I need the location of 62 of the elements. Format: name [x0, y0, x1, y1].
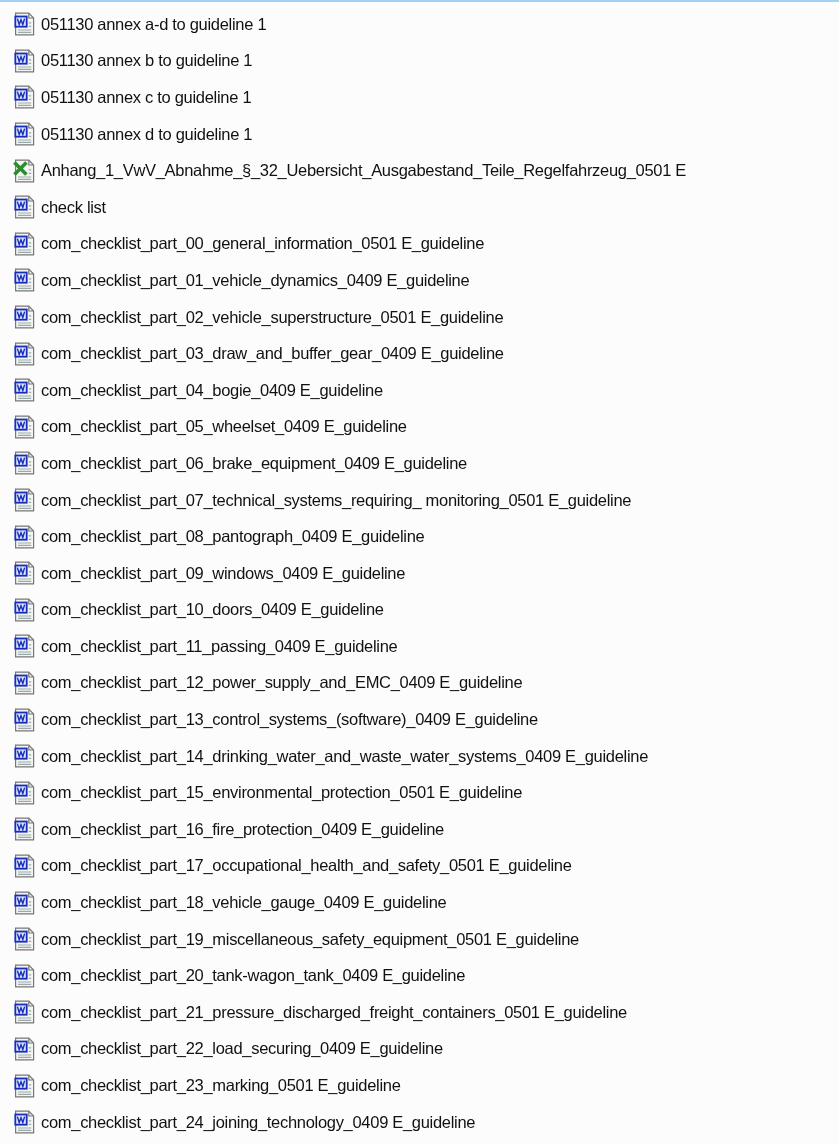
word-document-icon: [12, 597, 36, 622]
word-document-icon: [12, 890, 36, 915]
file-name[interactable]: com_checklist_part_08_pantograph_0409 E_guideline: [41, 527, 425, 547]
file-name[interactable]: com_checklist_part_07_technical_systems_requiring_ monitoring_0501 E_guideline: [41, 490, 632, 510]
file-name[interactable]: com_checklist_part_15_environmental_protection_0501 E_guideline: [41, 783, 522, 803]
word-document-icon: [12, 12, 36, 37]
word-document-icon: [12, 561, 36, 586]
word-document-icon: [12, 817, 36, 842]
file-name[interactable]: com_checklist_part_01_vehicle_dynamics_0409 E_guideline: [41, 270, 470, 290]
word-document-icon: [12, 927, 36, 952]
word-document-icon: [12, 231, 36, 256]
file-name[interactable]: com_checklist_part_18_vehicle_gauge_0409 E_guideline: [41, 893, 447, 913]
file-name[interactable]: com_checklist_part_13_control_systems_(software)_0409 E_guideline: [41, 710, 538, 730]
file-name[interactable]: com_checklist_part_03_draw_and_buffer_gear_0409 E_guideline: [41, 344, 504, 364]
file-name[interactable]: com_checklist_part_22_load_securing_0409 E_guideline: [41, 1039, 443, 1059]
file-name[interactable]: Anhang_1_VwV_Abnahme_§_32_Uebersicht_Ausgabestand_Teile_Regelfahrzeug_0501 E: [41, 161, 687, 181]
word-document-icon: [12, 341, 36, 366]
file-name[interactable]: com_checklist_part_19_miscellaneous_safety_equipment_0501 E_guideline: [41, 929, 579, 949]
file-name[interactable]: com_checklist_part_06_brake_equipment_0409 E_guideline: [41, 453, 467, 473]
file-name[interactable]: com_checklist_part_23_marking_0501 E_guideline: [41, 1076, 401, 1095]
word-document-icon: [12, 524, 36, 549]
word-document-icon: [12, 195, 36, 220]
file-name[interactable]: com_checklist_part_09_windows_0409 E_guideline: [41, 563, 406, 583]
word-document-icon: [12, 122, 36, 147]
word-document-icon: [12, 634, 36, 659]
word-document-icon: [12, 1073, 36, 1098]
word-document-icon: [12, 780, 36, 805]
word-document-icon: [12, 963, 36, 988]
word-document-icon: [12, 1110, 36, 1135]
word-document-icon: [12, 707, 36, 732]
word-document-icon: [12, 671, 36, 695]
word-document-icon: [12, 744, 36, 769]
file-name[interactable]: 051130 annex b to guideline 1: [41, 51, 253, 71]
file-name[interactable]: com_checklist_part_02_vehicle_superstructure_0501 E_guideline: [41, 307, 504, 327]
file-name[interactable]: com_checklist_part_04_bogie_0409 E_guideline: [41, 380, 383, 400]
spreadsheet-icon: [12, 158, 36, 183]
file-name[interactable]: 051130 annex c to guideline 1: [41, 88, 252, 107]
file-name[interactable]: 051130 annex a-d to guideline 1: [41, 14, 267, 34]
file-name[interactable]: com_checklist_part_14_drinking_water_and_waste_water_systems_0409 E_guideline: [41, 746, 649, 766]
word-document-icon: [12, 85, 36, 110]
word-document-icon: [12, 488, 36, 512]
word-document-icon: [12, 1000, 36, 1025]
file-name[interactable]: com_checklist_part_00_general_information_0501 E_guideline: [41, 234, 485, 254]
file-name[interactable]: com_checklist_part_05_wheelset_0409 E_guideline: [41, 417, 407, 437]
word-document-icon: [12, 451, 36, 476]
word-document-icon: [12, 414, 36, 439]
word-document-icon: [12, 268, 36, 293]
file-name[interactable]: com_checklist_part_16_fire_protection_0409 E_guideline: [41, 819, 444, 839]
file-name[interactable]: com_checklist_part_20_tank-wagon_tank_0409 E_guideline: [41, 966, 466, 986]
word-document-icon: [12, 378, 36, 403]
file-name[interactable]: 051130 annex d to guideline 1: [41, 124, 253, 144]
word-document-icon: [12, 1036, 36, 1061]
file-name[interactable]: com_checklist_part_11_passing_0409 E_guideline: [41, 636, 398, 656]
file-name[interactable]: com_checklist_part_17_occupational_health_and_safety_0501 E_guideline: [41, 856, 572, 876]
file-name[interactable]: com_checklist_part_24_joining_technology_0409 E_guideline: [41, 1112, 476, 1132]
file-name[interactable]: com_checklist_part_10_doors_0409 E_guideline: [41, 600, 384, 620]
word-document-icon: [12, 48, 36, 73]
word-document-icon: [12, 853, 36, 878]
file-name[interactable]: com_checklist_part_21_pressure_discharged_freight_containers_0501 E_guideline: [41, 1002, 627, 1022]
file-name[interactable]: check list: [41, 197, 106, 217]
word-document-icon: [12, 305, 36, 330]
file-name[interactable]: com_checklist_part_12_power_supply_and_EMC_0409 E_guideline: [41, 673, 523, 693]
